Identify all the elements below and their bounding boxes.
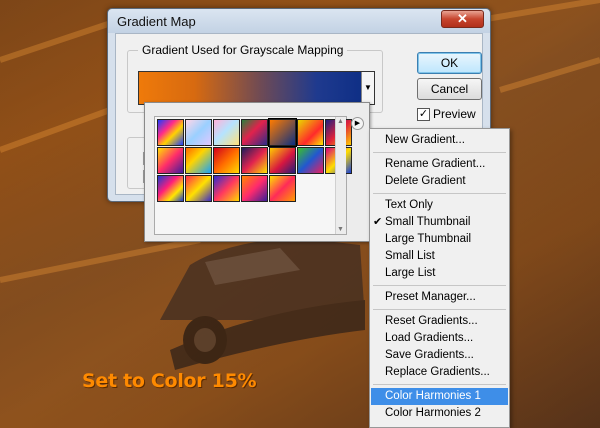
menu-separator — [373, 309, 506, 310]
picker-menu-button[interactable]: ▶ — [351, 117, 364, 130]
gradient-thumbnail[interactable] — [185, 119, 212, 146]
menu-item-label: Delete Gradient — [385, 175, 466, 187]
menu-item[interactable]: Reset Gradients... — [371, 313, 508, 330]
check-icon: ✔ — [373, 216, 383, 228]
gradient-thumbnail[interactable] — [213, 175, 240, 202]
menu-item-label: Preset Manager... — [385, 291, 476, 303]
menu-item[interactable]: Small List — [371, 248, 508, 265]
dialog-title: Gradient Map — [117, 14, 196, 29]
gradient-thumbnail[interactable] — [157, 147, 184, 174]
gradient-preview[interactable] — [139, 72, 361, 104]
gradient-thumbnail[interactable] — [268, 118, 297, 147]
caption-text: Set to Color 15% — [82, 370, 257, 392]
gradient-thumbnail[interactable] — [241, 119, 268, 146]
menu-item-label: Large Thumbnail — [385, 233, 472, 245]
menu-separator — [373, 193, 506, 194]
menu-item[interactable]: Save Gradients... — [371, 347, 508, 364]
gradient-thumbnail[interactable] — [241, 147, 268, 174]
menu-item-label: Large List — [385, 267, 436, 279]
flyout-arrow-icon: ▶ — [354, 120, 361, 127]
menu-item-label: Replace Gradients... — [385, 366, 490, 378]
gradient-thumbnail[interactable] — [269, 147, 296, 174]
menu-item[interactable]: Preset Manager... — [371, 289, 508, 306]
cancel-button[interactable]: Cancel — [417, 78, 482, 100]
menu-item[interactable]: Large Thumbnail — [371, 231, 508, 248]
menu-item-label: Small Thumbnail — [385, 216, 471, 228]
picker-context-menu: New Gradient... Rename Gradient... Delete … — [369, 128, 510, 428]
preview-label: Preview — [433, 107, 476, 121]
menu-item[interactable]: Rename Gradient... — [371, 156, 508, 173]
gradient-thumbnail[interactable] — [157, 175, 184, 202]
menu-item-label: Rename Gradient... — [385, 158, 486, 170]
gradient-thumbnail[interactable] — [297, 147, 324, 174]
gradient-thumbnail[interactable] — [185, 175, 212, 202]
gradient-preset-picker: ▲ ▼ ▶ — [144, 102, 370, 242]
menu-item[interactable]: Color Harmonies 1 — [371, 388, 508, 405]
menu-item[interactable]: Color Harmonies 2 — [371, 405, 508, 422]
gradient-thumbnail[interactable] — [241, 175, 268, 202]
menu-item[interactable]: Large List — [371, 265, 508, 282]
menu-item[interactable]: Text Only — [371, 197, 508, 214]
close-icon: ✕ — [457, 11, 468, 26]
gradient-thumbnail[interactable] — [185, 147, 212, 174]
ok-button[interactable]: OK — [417, 52, 482, 74]
preview-checkbox[interactable]: ✓ — [417, 107, 430, 121]
menu-item-label: Color Harmonies 1 — [385, 390, 481, 402]
close-button[interactable]: ✕ — [441, 10, 484, 28]
gradient-dropdown-button[interactable]: ▼ — [361, 72, 374, 104]
preset-grid: ▲ ▼ — [154, 116, 352, 235]
menu-item[interactable]: Replace Gradients... — [371, 364, 508, 381]
menu-item-label: New Gradient... — [385, 134, 465, 146]
chevron-down-icon: ▼ — [364, 83, 372, 92]
preset-scrollbar[interactable]: ▲ ▼ — [335, 117, 346, 234]
gradient-thumbnail[interactable] — [269, 175, 296, 202]
menu-item-label: Color Harmonies 2 — [385, 407, 481, 419]
preview-option[interactable]: ✓ Preview — [417, 107, 476, 121]
gradient-thumbnail[interactable] — [213, 119, 240, 146]
scroll-up-icon[interactable]: ▲ — [337, 118, 344, 125]
gradient-thumbnail[interactable] — [157, 119, 184, 146]
menu-item-label: Save Gradients... — [385, 349, 474, 361]
gradient-picker-field[interactable]: ▼ — [138, 71, 375, 105]
menu-item-label: Load Gradients... — [385, 332, 474, 344]
menu-separator — [373, 285, 506, 286]
menu-separator — [373, 152, 506, 153]
gradient-group-label: Gradient Used for Grayscale Mapping — [138, 43, 348, 57]
menu-item[interactable]: Load Gradients... — [371, 330, 508, 347]
gradient-thumbnail[interactable] — [213, 147, 240, 174]
menu-separator — [373, 384, 506, 385]
menu-item[interactable]: Delete Gradient — [371, 173, 508, 190]
scroll-down-icon[interactable]: ▼ — [337, 226, 344, 233]
menu-item-label: Text Only — [385, 199, 433, 211]
menu-item[interactable]: New Gradient... — [371, 132, 508, 149]
dialog-titlebar[interactable]: Gradient Map ✕ — [108, 9, 490, 33]
menu-item-label: Reset Gradients... — [385, 315, 478, 327]
menu-item[interactable]: ✔ Small Thumbnail — [371, 214, 508, 231]
menu-item-label: Small List — [385, 250, 435, 262]
gradient-thumbnail[interactable] — [297, 119, 324, 146]
